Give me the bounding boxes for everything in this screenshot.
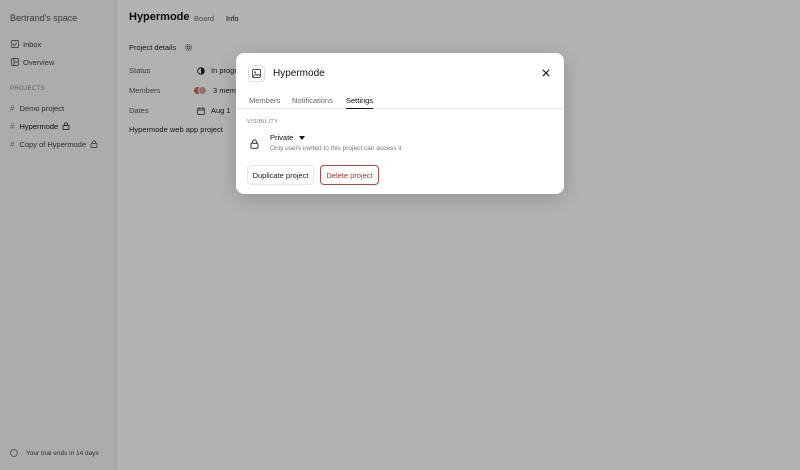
project-settings-modal: Hypermode Members Notifications Settings… xyxy=(236,53,564,194)
caret-down-icon xyxy=(299,135,306,140)
tab-notifications[interactable]: Notifications xyxy=(292,96,333,109)
delete-project-button[interactable]: Delete project xyxy=(320,165,379,185)
modal-tabs: Members Notifications Settings xyxy=(236,94,564,109)
visibility-help-text: Only users invited to this project can a… xyxy=(270,145,402,152)
modal-title: Hypermode xyxy=(273,68,325,79)
tab-settings[interactable]: Settings xyxy=(346,96,374,109)
close-icon[interactable] xyxy=(541,68,551,78)
tab-members[interactable]: Members xyxy=(249,96,280,109)
visibility-label: VISIBILITY xyxy=(247,119,279,125)
duplicate-project-button[interactable]: Duplicate project xyxy=(247,165,314,185)
project-image-icon[interactable] xyxy=(248,65,265,82)
lock-icon xyxy=(250,139,259,149)
visibility-select[interactable]: Private xyxy=(270,133,306,142)
visibility-value: Private xyxy=(270,133,294,142)
